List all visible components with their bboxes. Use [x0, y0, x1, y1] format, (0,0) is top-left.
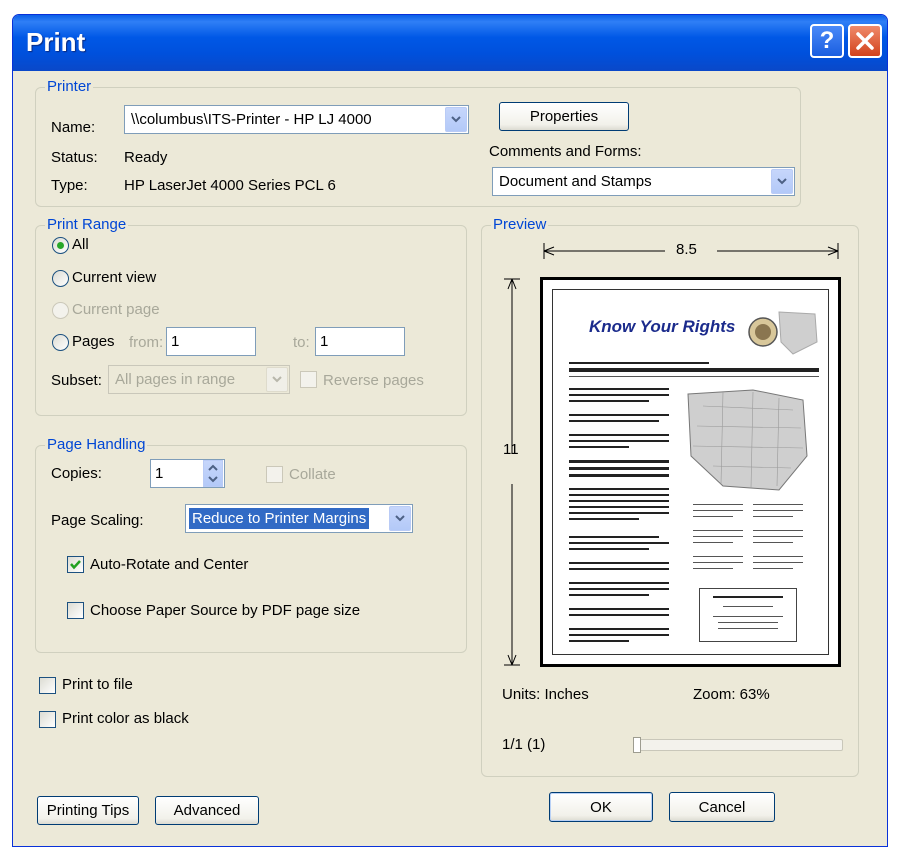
height-dimension-arrow [504, 278, 520, 666]
page-scaling-value: Reduce to Printer Margins [189, 508, 370, 529]
print-range-legend: Print Range [45, 216, 129, 233]
print-color-black-checkbox[interactable] [39, 711, 56, 728]
help-icon: ? [819, 27, 835, 54]
current-view-label[interactable]: Current view [72, 269, 156, 286]
close-icon [856, 32, 874, 50]
pages-label[interactable]: Pages [72, 333, 115, 350]
pages-radio[interactable] [52, 334, 69, 351]
collate-label[interactable]: Collate [289, 466, 336, 483]
chevron-down-icon[interactable] [445, 107, 467, 132]
copies-value: 1 [155, 465, 164, 482]
print-to-file-checkbox[interactable] [39, 677, 56, 694]
pages-from-value: 1 [171, 333, 180, 350]
printing-tips-button[interactable]: Printing Tips [37, 796, 139, 825]
window-title: Print [26, 27, 86, 57]
comments-forms-select[interactable]: Document and Stamps [492, 167, 795, 196]
printer-type-label: Type: [51, 177, 88, 194]
all-radio-label[interactable]: All [72, 236, 89, 253]
print-to-file-label[interactable]: Print to file [62, 676, 133, 693]
pages-to-value: 1 [320, 333, 329, 350]
zoom-label: Zoom: 63% [693, 686, 770, 703]
print-dialog: Print ? Printer Name: \\columbus\ITS-Pri… [12, 14, 888, 847]
checkmark-icon [70, 560, 81, 570]
auto-rotate-checkbox[interactable] [67, 556, 84, 573]
collate-checkbox[interactable] [266, 466, 283, 483]
printer-type-value: HP LaserJet 4000 Series PCL 6 [124, 177, 336, 194]
page-scaling-select[interactable]: Reduce to Printer Margins [185, 504, 413, 533]
chevron-down-icon[interactable] [266, 367, 288, 392]
current-page-radio[interactable] [52, 302, 69, 319]
reverse-pages-label[interactable]: Reverse pages [323, 372, 424, 389]
page-indicator: 1/1 (1) [502, 736, 546, 753]
printer-name-label: Name: [51, 119, 96, 136]
printer-name-value: \\columbus\ITS-Printer - HP LJ 4000 [131, 111, 372, 128]
subset-select[interactable]: All pages in range [108, 365, 290, 394]
preview-document-title: Know Your Rights [589, 317, 736, 336]
all-radio[interactable] [52, 237, 69, 254]
paper-source-checkbox[interactable] [67, 602, 84, 619]
chevron-down-icon[interactable] [389, 506, 411, 531]
preview-legend: Preview [491, 216, 549, 233]
copies-spinner[interactable] [203, 460, 223, 487]
current-view-radio[interactable] [52, 270, 69, 287]
page-scaling-label: Page Scaling: [51, 512, 144, 529]
height-dimension-label: 11 [503, 441, 519, 458]
close-button[interactable] [848, 24, 882, 58]
comments-forms-value: Document and Stamps [499, 173, 652, 190]
preview-document: Know Your Rights [552, 289, 829, 655]
spinner-arrows-icon [208, 464, 218, 483]
printer-legend: Printer [45, 78, 94, 95]
county-map-icon [687, 389, 808, 491]
printer-name-select[interactable]: \\columbus\ITS-Printer - HP LJ 4000 [124, 105, 469, 134]
preview-slider-thumb[interactable] [633, 737, 641, 753]
subset-value: All pages in range [115, 371, 236, 388]
pages-to-input[interactable]: 1 [315, 327, 405, 356]
pages-from-input[interactable]: 1 [166, 327, 256, 356]
comments-forms-label: Comments and Forms: [489, 143, 642, 160]
cancel-button[interactable]: Cancel [669, 792, 775, 822]
title-bar[interactable]: Print ? [13, 15, 887, 71]
printer-status-label: Status: [51, 149, 98, 166]
current-page-label[interactable]: Current page [72, 301, 160, 318]
ohio-map-icon [748, 311, 818, 355]
properties-button[interactable]: Properties [499, 102, 629, 131]
ok-button[interactable]: OK [549, 792, 653, 822]
width-dimension-label: 8.5 [676, 241, 697, 258]
paper-source-label[interactable]: Choose Paper Source by PDF page size [90, 602, 360, 619]
printer-status-value: Ready [124, 149, 168, 166]
copies-label: Copies: [51, 465, 102, 482]
pages-from-label: from: [129, 334, 164, 351]
subset-label: Subset: [51, 372, 102, 389]
chevron-down-icon[interactable] [771, 169, 793, 194]
reverse-pages-checkbox[interactable] [300, 371, 317, 388]
help-button[interactable]: ? [810, 24, 844, 58]
print-color-black-label[interactable]: Print color as black [62, 710, 189, 727]
page-handling-legend: Page Handling [45, 436, 148, 453]
auto-rotate-label[interactable]: Auto-Rotate and Center [90, 556, 248, 573]
preview-page-slider[interactable] [633, 739, 843, 751]
units-label: Units: Inches [502, 686, 589, 703]
preview-page: Know Your Rights [540, 277, 841, 667]
advanced-button[interactable]: Advanced [155, 796, 259, 825]
pages-to-label: to: [293, 334, 310, 351]
